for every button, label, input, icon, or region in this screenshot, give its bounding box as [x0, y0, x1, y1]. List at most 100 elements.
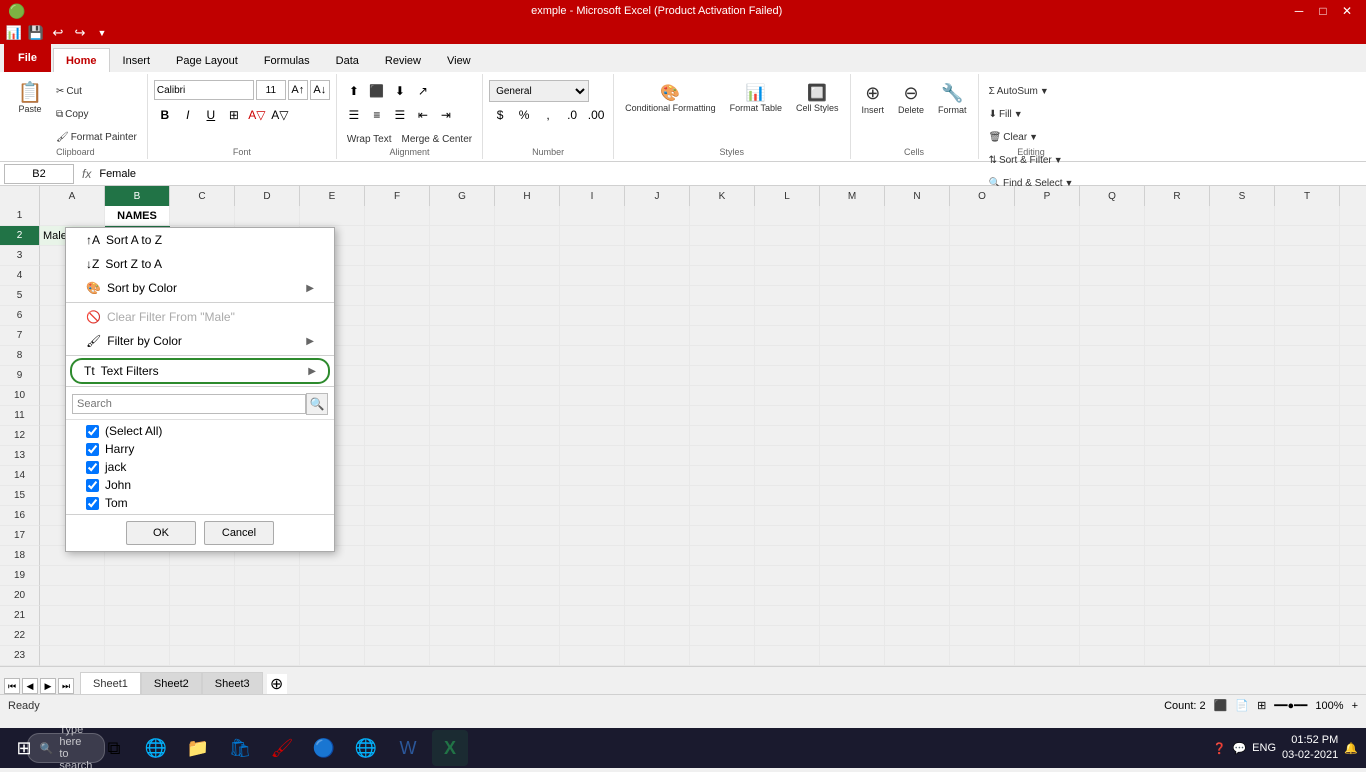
- grid-cell[interactable]: [625, 566, 690, 586]
- grid-cell[interactable]: [820, 326, 885, 346]
- grid-cell[interactable]: [1340, 546, 1366, 566]
- grid-cell[interactable]: [1080, 606, 1145, 626]
- grid-cell[interactable]: [885, 406, 950, 426]
- borders-button[interactable]: ⊞: [223, 104, 245, 126]
- cell-I1[interactable]: [560, 206, 625, 226]
- grid-cell[interactable]: [300, 606, 365, 626]
- grid-cell[interactable]: [1145, 446, 1210, 466]
- redo-qat-button[interactable]: ↪: [70, 24, 90, 42]
- grid-cell[interactable]: [820, 626, 885, 646]
- grid-cell[interactable]: [820, 466, 885, 486]
- grid-cell[interactable]: [1340, 626, 1366, 646]
- grid-cell[interactable]: [885, 346, 950, 366]
- grid-cell[interactable]: [235, 626, 300, 646]
- col-header-J[interactable]: J: [625, 186, 690, 206]
- grid-cell[interactable]: [950, 506, 1015, 526]
- grid-cell[interactable]: [1145, 246, 1210, 266]
- page-break-icon[interactable]: ⊞: [1257, 699, 1266, 712]
- grid-cell[interactable]: [1015, 326, 1080, 346]
- grid-cell[interactable]: [820, 486, 885, 506]
- col-header-T[interactable]: T: [1275, 186, 1340, 206]
- grid-cell[interactable]: [755, 326, 820, 346]
- copy-button[interactable]: ⧉ Copy: [52, 103, 141, 125]
- grid-cell[interactable]: [1015, 566, 1080, 586]
- grid-cell[interactable]: [885, 466, 950, 486]
- search-button[interactable]: 🔍: [306, 393, 328, 415]
- grid-cell[interactable]: [1275, 566, 1340, 586]
- grid-cell[interactable]: [1080, 406, 1145, 426]
- chrome-icon[interactable]: 🔵: [306, 730, 342, 766]
- grid-cell[interactable]: [950, 246, 1015, 266]
- grid-cell[interactable]: [820, 386, 885, 406]
- grid-cell[interactable]: [430, 446, 495, 466]
- tab-file[interactable]: File: [4, 44, 51, 72]
- grid-cell[interactable]: [820, 506, 885, 526]
- edge-icon[interactable]: 🌐: [138, 730, 174, 766]
- wrap-text-button[interactable]: Wrap Text: [343, 128, 396, 150]
- word-icon[interactable]: W: [390, 730, 426, 766]
- grid-cell[interactable]: [495, 466, 560, 486]
- grid-cell[interactable]: [560, 606, 625, 626]
- grid-cell[interactable]: [625, 586, 690, 606]
- tab-data[interactable]: Data: [323, 48, 372, 72]
- grid-cell[interactable]: [430, 506, 495, 526]
- grid-cell[interactable]: [1080, 646, 1145, 666]
- grid-cell[interactable]: [625, 526, 690, 546]
- grid-cell[interactable]: [1145, 506, 1210, 526]
- grid-cell[interactable]: [430, 606, 495, 626]
- grid-cell[interactable]: [40, 586, 105, 606]
- grid-cell[interactable]: [1275, 606, 1340, 626]
- grid-cell[interactable]: [365, 306, 430, 326]
- format-painter-button[interactable]: 🖌 Format Painter: [52, 126, 141, 148]
- autosum-button[interactable]: Σ AutoSum ▼: [985, 80, 1053, 102]
- grid-cell[interactable]: [495, 426, 560, 446]
- grid-cell[interactable]: [820, 546, 885, 566]
- grid-cell[interactable]: [235, 586, 300, 606]
- grid-cell[interactable]: [755, 466, 820, 486]
- grid-cell[interactable]: [1210, 246, 1275, 266]
- grid-cell[interactable]: [1145, 346, 1210, 366]
- col-header-H[interactable]: H: [495, 186, 560, 206]
- grid-cell[interactable]: [430, 246, 495, 266]
- grid-cell[interactable]: [950, 386, 1015, 406]
- grid-cell[interactable]: [1275, 626, 1340, 646]
- grid-cell[interactable]: [1080, 286, 1145, 306]
- currency-button[interactable]: $: [489, 104, 511, 126]
- grid-cell[interactable]: [300, 626, 365, 646]
- cell-E1[interactable]: [300, 206, 365, 226]
- grid-cell[interactable]: [560, 406, 625, 426]
- grid-cell[interactable]: [430, 406, 495, 426]
- grid-cell[interactable]: [885, 586, 950, 606]
- grid-cell[interactable]: [885, 246, 950, 266]
- grid-cell[interactable]: [560, 546, 625, 566]
- file-explorer-icon[interactable]: 📁: [180, 730, 216, 766]
- cell-S1[interactable]: [1210, 206, 1275, 226]
- grid-cell[interactable]: [820, 366, 885, 386]
- cell-R1[interactable]: [1145, 206, 1210, 226]
- grid-cell[interactable]: [950, 266, 1015, 286]
- grid-cell[interactable]: [755, 526, 820, 546]
- cell-P1[interactable]: [1015, 206, 1080, 226]
- grid-cell[interactable]: [235, 606, 300, 626]
- grid-cell[interactable]: [1275, 406, 1340, 426]
- grid-cell[interactable]: [1340, 386, 1366, 406]
- grid-cell[interactable]: [495, 586, 560, 606]
- grid-cell[interactable]: [690, 566, 755, 586]
- grid-cell[interactable]: [950, 546, 1015, 566]
- cell-M2[interactable]: [820, 226, 885, 246]
- cell-N2[interactable]: [885, 226, 950, 246]
- grid-cell[interactable]: [560, 586, 625, 606]
- grid-cell[interactable]: [820, 306, 885, 326]
- maximize-button[interactable]: □: [1312, 2, 1334, 20]
- grid-cell[interactable]: [1340, 366, 1366, 386]
- search-input[interactable]: [72, 394, 306, 414]
- format-as-table-button[interactable]: 📊 Format Table: [725, 80, 787, 116]
- grid-cell[interactable]: [235, 566, 300, 586]
- grid-cell[interactable]: [690, 546, 755, 566]
- grid-cell[interactable]: [1340, 646, 1366, 666]
- grid-cell[interactable]: [1210, 406, 1275, 426]
- grid-cell[interactable]: [1275, 266, 1340, 286]
- grid-cell[interactable]: [1015, 246, 1080, 266]
- grid-cell[interactable]: [1145, 646, 1210, 666]
- col-header-S[interactable]: S: [1210, 186, 1275, 206]
